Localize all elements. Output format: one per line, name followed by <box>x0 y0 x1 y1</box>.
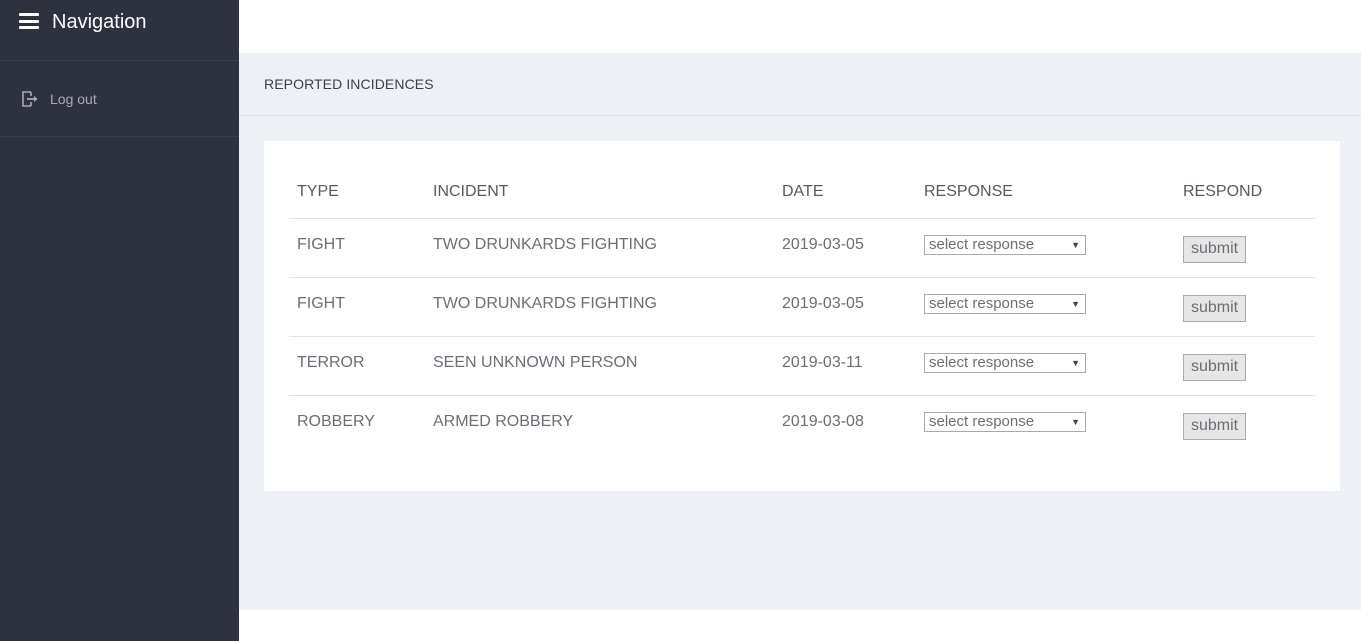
cell-incident: SEEN UNKNOWN PERSON <box>425 336 774 396</box>
section-header: REPORTED INCIDENCES <box>239 53 1361 116</box>
cell-date: 2019-03-05 <box>774 218 916 278</box>
dropdown-arrow-icon: ▼ <box>1071 357 1080 368</box>
cell-respond: submit <box>1175 277 1315 337</box>
logout-icon <box>22 90 38 107</box>
dropdown-arrow-icon: ▼ <box>1071 416 1080 427</box>
cell-response: select response ▼ <box>916 336 1175 396</box>
incidents-table: TYPE INCIDENT DATE RESPONSE RESPOND FIGH… <box>289 166 1315 454</box>
sidebar-item-logout[interactable]: Log out <box>0 61 239 137</box>
response-select-value: select response <box>929 412 1035 430</box>
table-row: TERROR SEEN UNKNOWN PERSON 2019-03-11 se… <box>289 336 1315 396</box>
response-select[interactable]: select response ▼ <box>924 293 1086 314</box>
cell-type: FIGHT <box>289 218 425 278</box>
cell-response: select response ▼ <box>916 395 1175 454</box>
cell-respond: submit <box>1175 395 1315 454</box>
nav-header: Navigation <box>0 0 239 61</box>
table-row: ROBBERY ARMED ROBBERY 2019-03-08 select … <box>289 395 1315 454</box>
response-select-value: select response <box>929 353 1035 371</box>
cell-incident: TWO DRUNKARDS FIGHTING <box>425 218 774 278</box>
cell-type: ROBBERY <box>297 412 375 430</box>
column-header-respond: RESPOND <box>1175 166 1315 219</box>
table-row: FIGHT TWO DRUNKARDS FIGHTING 2019-03-05 … <box>289 218 1315 278</box>
dropdown-arrow-icon: ▼ <box>1071 239 1080 250</box>
cell-date: 2019-03-08 <box>782 412 864 430</box>
dropdown-arrow-icon: ▼ <box>1071 298 1080 309</box>
page-title: REPORTED INCIDENCES <box>264 76 434 92</box>
cell-type: FIGHT <box>289 277 425 337</box>
column-header-response: RESPONSE <box>916 166 1175 219</box>
submit-button[interactable]: submit <box>1183 235 1246 263</box>
column-header-incident: INCIDENT <box>425 166 774 219</box>
submit-button[interactable]: submit <box>1183 353 1246 381</box>
table-row: FIGHT TWO DRUNKARDS FIGHTING 2019-03-05 … <box>289 277 1315 337</box>
column-header-type: TYPE <box>289 166 425 219</box>
response-select[interactable]: select response ▼ <box>924 411 1086 432</box>
cell-date: 2019-03-05 <box>774 277 916 337</box>
response-select[interactable]: select response ▼ <box>924 234 1086 255</box>
incidents-card: TYPE INCIDENT DATE RESPONSE RESPOND FIGH… <box>264 141 1340 491</box>
content-area: REPORTED INCIDENCES TYPE INCIDENT DATE R… <box>239 53 1361 610</box>
response-select[interactable]: select response ▼ <box>924 352 1086 373</box>
cell-incident: ARMED ROBBERY <box>433 412 574 430</box>
cell-respond: submit <box>1175 336 1315 396</box>
sidebar: Navigation Log out <box>0 0 239 641</box>
cell-type: TERROR <box>289 336 425 396</box>
column-header-date: DATE <box>774 166 916 219</box>
table-header-row: TYPE INCIDENT DATE RESPONSE RESPOND <box>289 166 1315 219</box>
cell-response: select response ▼ <box>916 277 1175 337</box>
response-select-value: select response <box>929 294 1035 312</box>
response-select-value: select response <box>929 235 1035 253</box>
cell-date: 2019-03-11 <box>774 336 916 396</box>
cell-respond: submit <box>1175 218 1315 278</box>
cell-response: select response ▼ <box>916 218 1175 278</box>
nav-title: Navigation <box>52 11 147 33</box>
main-panel: REPORTED INCIDENCES TYPE INCIDENT DATE R… <box>239 0 1361 641</box>
menu-icon[interactable] <box>19 13 39 29</box>
sidebar-item-label: Log out <box>50 90 97 107</box>
cell-incident: TWO DRUNKARDS FIGHTING <box>425 277 774 337</box>
submit-button[interactable]: submit <box>1183 412 1246 440</box>
submit-button[interactable]: submit <box>1183 294 1246 322</box>
